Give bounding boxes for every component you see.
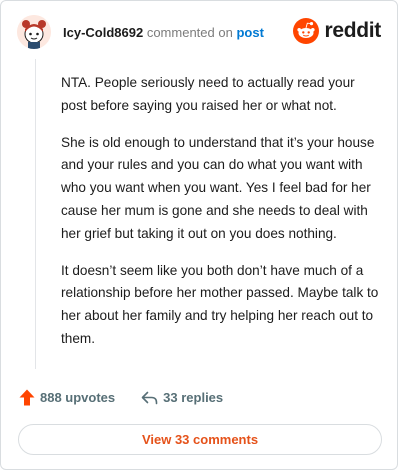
comment-header: Icy-Cold8692 commented on post reddit <box>17 15 381 49</box>
comment-paragraph: It doesn’t seem like you both don’t have… <box>61 262 379 346</box>
reddit-logo-icon <box>293 18 320 44</box>
action-text: commented on <box>146 24 233 40</box>
reddit-brand[interactable]: reddit <box>293 18 381 44</box>
upvote-count: 888 upvotes <box>40 390 116 405</box>
reply-count: 33 replies <box>163 390 224 405</box>
comment-stats: 888 upvotes 33 replies <box>19 389 223 406</box>
comment-meta: Icy-Cold8692 commented on post <box>63 25 264 40</box>
post-link[interactable]: post <box>236 25 263 40</box>
upvote-stat[interactable]: 888 upvotes <box>19 389 115 406</box>
username-link[interactable]: Icy-Cold8692 <box>63 25 143 40</box>
comment-paragraph: She is old enough to understand that it’… <box>61 134 375 241</box>
avatar-image <box>17 15 51 49</box>
reddit-wordmark: reddit <box>324 19 381 42</box>
comment-body: NTA. People seriously need to actually r… <box>61 72 379 365</box>
comment-paragraph: NTA. People seriously need to actually r… <box>61 75 355 113</box>
comment-card: Icy-Cold8692 commented on post reddit NT… <box>0 0 398 470</box>
replies-stat[interactable]: 33 replies <box>141 390 223 405</box>
upvote-arrow-icon <box>19 389 35 406</box>
avatar[interactable] <box>17 15 51 49</box>
view-comments-button[interactable]: View 33 comments <box>18 424 382 455</box>
reply-arrow-icon <box>141 391 158 404</box>
thread-line[interactable] <box>35 59 36 369</box>
